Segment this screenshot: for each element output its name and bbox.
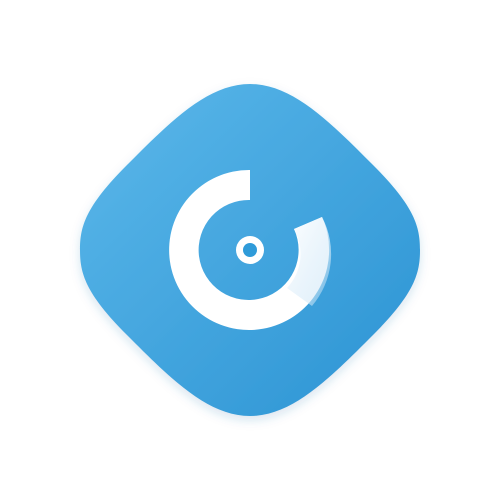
camera-lens-logo-icon	[80, 84, 420, 416]
app-icon-canvas	[0, 0, 500, 500]
lens-center-dot	[243, 243, 257, 257]
